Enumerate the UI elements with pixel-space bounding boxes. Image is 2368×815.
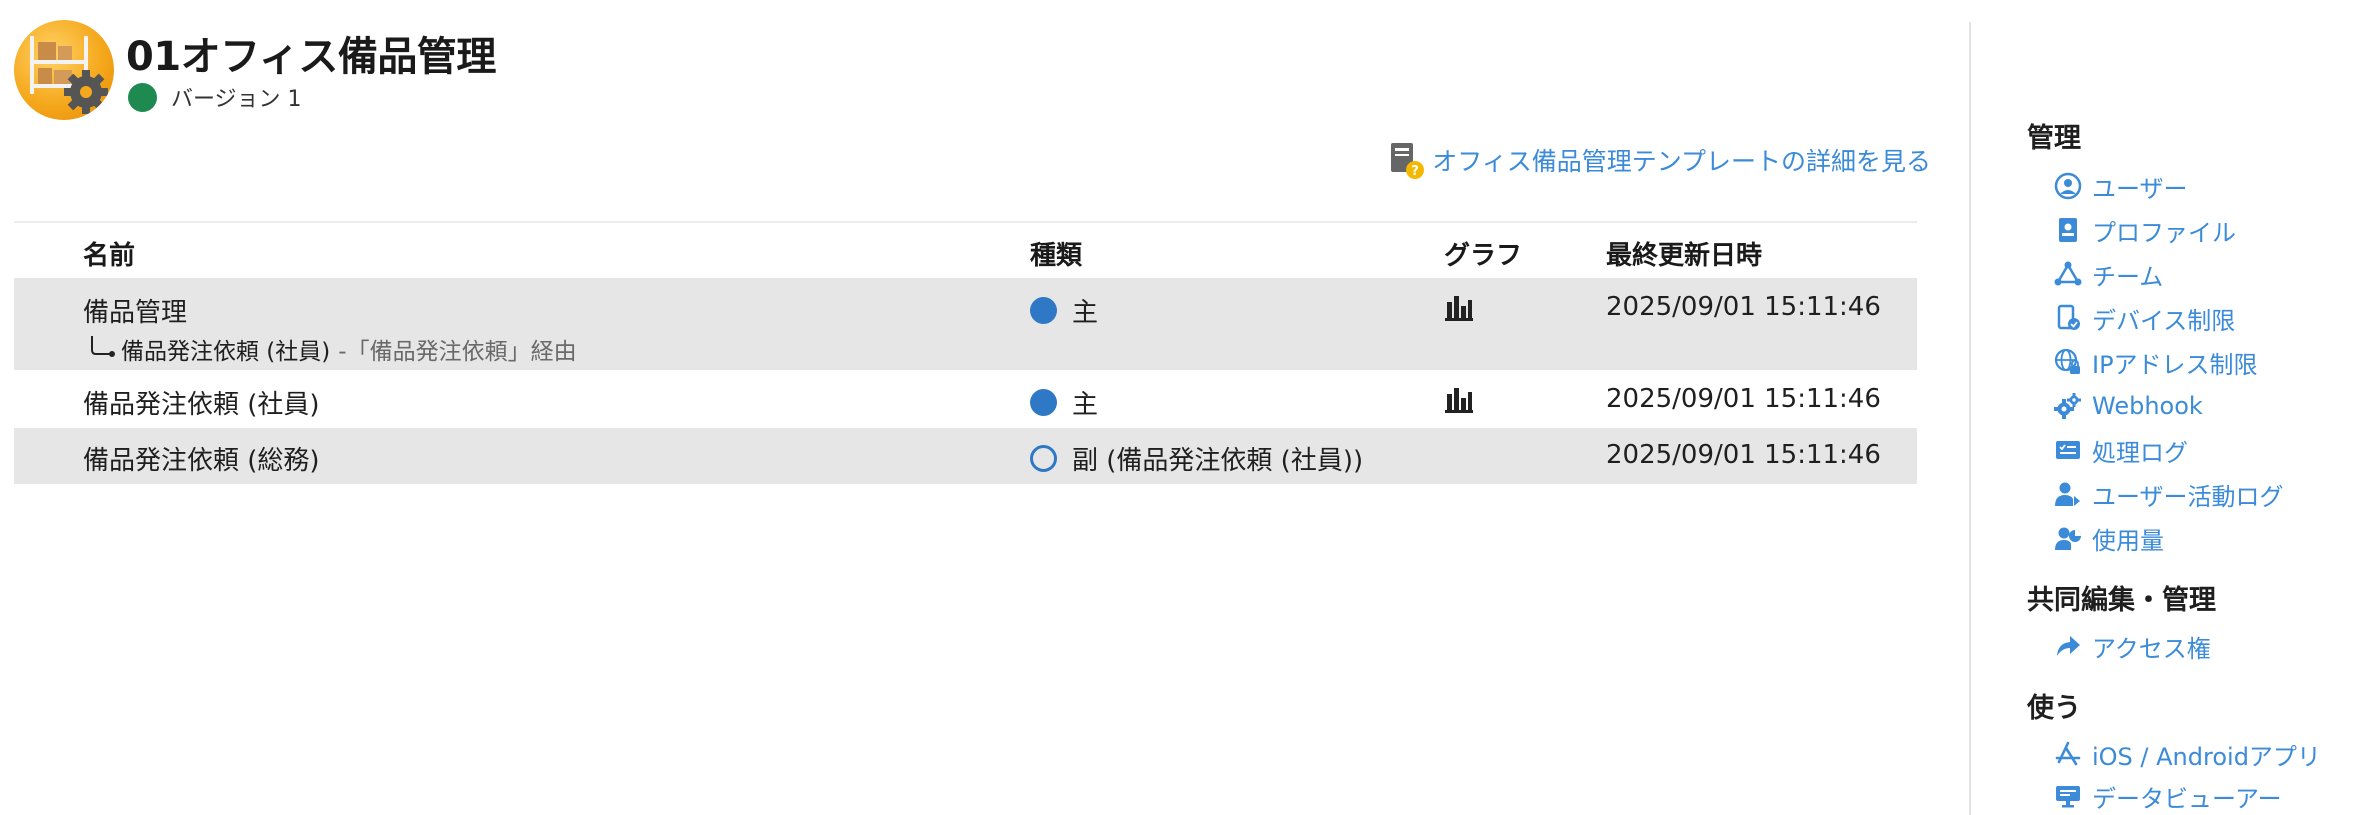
- gears-icon: [2054, 392, 2082, 420]
- row-updated: 2025/09/01 15:11:46: [1606, 440, 1881, 470]
- version-label: バージョン 1: [171, 87, 302, 112]
- sidebar-item-label: 処理ログ: [2092, 438, 2188, 467]
- sidebar-divider: [1969, 22, 1971, 815]
- sidebar-item-device-restriction[interactable]: デバイス制限: [2054, 298, 2235, 338]
- sidebar-item-data-viewer[interactable]: データビューアー: [2054, 776, 2282, 815]
- kind-sub-dot: [1030, 445, 1057, 472]
- device-check-icon: [2054, 304, 2082, 332]
- monitor-icon: [2054, 782, 2082, 810]
- sidebar-item-label: プロファイル: [2092, 218, 2236, 247]
- usage-icon: [2054, 524, 2082, 552]
- header-name: 名前: [83, 241, 136, 271]
- row-kind-label: 主: [1072, 390, 1099, 420]
- version-status-dot: [128, 82, 157, 112]
- sidebar-item-user-activity-log[interactable]: ユーザー活動ログ: [2054, 474, 2284, 514]
- sidebar-item-label: iOS / Androidアプリ: [2092, 742, 2321, 771]
- sidebar-item-access-rights[interactable]: アクセス権: [2054, 626, 2211, 666]
- app-store-icon: [2054, 740, 2082, 768]
- app-title: 01オフィス備品管理: [126, 34, 496, 80]
- sidebar-item-label: アクセス権: [2092, 634, 2211, 663]
- sidebar: 管理 ユーザー プロファイル チーム デバイス制限 IPアドレス制限 Webho…: [2027, 0, 2368, 815]
- row-app-name[interactable]: 備品発注依頼 (総務): [83, 440, 320, 477]
- row-kind-label: 主: [1072, 298, 1099, 328]
- row-updated: 2025/09/01 15:11:46: [1606, 292, 1881, 322]
- table-row[interactable]: 備品管理 備品発注依頼 (社員) -「備品発注依頼」経由 主 2025/09/0…: [14, 278, 1917, 370]
- profile-card-icon: [2054, 216, 2082, 244]
- sidebar-section-collab: 共同編集・管理: [2027, 585, 2216, 616]
- book-help-icon: ?: [1386, 140, 1426, 180]
- sub-branch-icon: [91, 336, 115, 357]
- sidebar-item-label: ユーザー活動ログ: [2092, 482, 2284, 511]
- table-row[interactable]: 備品発注依頼 (社員) 主 2025/09/01 15:11:46: [14, 370, 1917, 428]
- sidebar-item-ip-restriction[interactable]: IPアドレス制限: [2054, 342, 2258, 382]
- sidebar-item-users[interactable]: ユーザー: [2054, 166, 2188, 206]
- row-app-name[interactable]: 備品管理: [83, 292, 187, 329]
- version-row: バージョン 1: [128, 82, 302, 112]
- warehouse-gear-icon: [14, 20, 114, 120]
- sidebar-item-label: Webhook: [2092, 392, 2203, 420]
- share-arrow-icon: [2054, 632, 2082, 660]
- row-kind-label: 副 (備品発注依頼 (社員)): [1072, 446, 1364, 476]
- user-circle-icon: [2054, 172, 2082, 200]
- row-kind: 副 (備品発注依頼 (社員)): [1030, 440, 1363, 477]
- sidebar-item-team[interactable]: チーム: [2054, 254, 2163, 294]
- user-activity-icon: [2054, 480, 2082, 508]
- header-updated: 最終更新日時: [1606, 241, 1763, 271]
- header-kind: 種類: [1030, 241, 1083, 271]
- sidebar-item-label: データビューアー: [2092, 784, 2282, 813]
- sub-app-name[interactable]: 備品発注依頼 (社員): [121, 332, 330, 366]
- kind-main-dot: [1030, 297, 1057, 324]
- sidebar-item-webhook[interactable]: Webhook: [2054, 386, 2203, 426]
- svg-text:?: ?: [1411, 164, 1419, 179]
- sub-via-label: -「備品発注依頼」経由: [338, 339, 577, 365]
- sidebar-item-label: チーム: [2092, 262, 2164, 291]
- template-details-label: オフィス備品管理テンプレートの詳細を見る: [1432, 147, 1931, 176]
- template-details-link[interactable]: ? オフィス備品管理テンプレートの詳細を見る: [1386, 140, 1931, 180]
- kind-main-dot: [1030, 389, 1057, 416]
- app-list-table: 名前 種類 グラフ 最終更新日時 備品管理 備品発注依頼 (社員) -「備品発注…: [14, 221, 1917, 484]
- sidebar-item-profile[interactable]: プロファイル: [2054, 210, 2236, 250]
- row-kind: 主: [1030, 292, 1098, 329]
- sidebar-item-processing-log[interactable]: 処理ログ: [2054, 430, 2188, 470]
- sidebar-section-admin: 管理: [2027, 123, 2081, 154]
- row-updated: 2025/09/01 15:11:46: [1606, 384, 1881, 414]
- sidebar-item-label: IPアドレス制限: [2092, 350, 2258, 379]
- row-kind: 主: [1030, 384, 1098, 421]
- sidebar-item-label: ユーザー: [2092, 174, 2188, 203]
- header-graph: グラフ: [1444, 241, 1523, 271]
- sidebar-item-label: デバイス制限: [2092, 306, 2236, 335]
- sidebar-section-use: 使う: [2027, 693, 2081, 724]
- table-header: 名前 種類 グラフ 最終更新日時: [14, 223, 1917, 278]
- table-row[interactable]: 備品発注依頼 (総務) 副 (備品発注依頼 (社員)) 2025/09/01 1…: [14, 428, 1917, 484]
- bar-chart-icon[interactable]: [1444, 294, 1474, 329]
- sidebar-item-usage[interactable]: 使用量: [2054, 518, 2164, 558]
- team-icon: [2054, 260, 2082, 288]
- log-card-icon: [2054, 436, 2082, 464]
- sidebar-item-label: 使用量: [2092, 526, 2164, 555]
- sidebar-item-mobile-apps[interactable]: iOS / Androidアプリ: [2054, 734, 2321, 774]
- bar-chart-icon[interactable]: [1444, 386, 1474, 421]
- globe-lock-icon: [2054, 348, 2082, 376]
- row-app-name[interactable]: 備品発注依頼 (社員): [83, 384, 320, 421]
- row-sub-relation: 備品発注依頼 (社員) -「備品発注依頼」経由: [83, 332, 577, 366]
